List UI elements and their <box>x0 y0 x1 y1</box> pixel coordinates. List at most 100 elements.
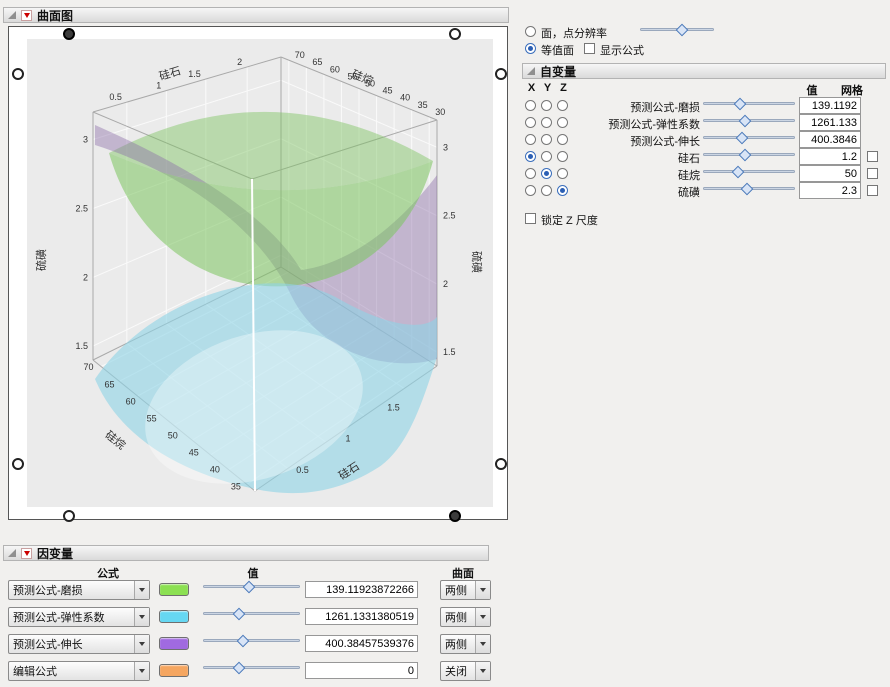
y-radio[interactable] <box>541 117 552 128</box>
z-radio[interactable] <box>557 117 568 128</box>
surface-color-swatch[interactable] <box>159 637 189 650</box>
grid-checkbox[interactable] <box>867 185 878 196</box>
formula-dropdown[interactable]: 预测公式-伸长 <box>8 634 150 654</box>
variable-value-field[interactable] <box>799 97 861 114</box>
lock-z-label: 锁定 Z 尺度 <box>541 212 598 228</box>
svg-text:70: 70 <box>83 362 93 372</box>
svg-text:65: 65 <box>105 379 115 389</box>
value-field[interactable] <box>305 608 418 625</box>
variable-slider[interactable] <box>703 130 795 144</box>
formula-dropdown[interactable]: 预测公式-弹性系数 <box>8 607 150 627</box>
variable-value-field[interactable] <box>799 182 861 199</box>
chevron-down-icon <box>134 662 149 680</box>
variable-value-field[interactable] <box>799 148 861 165</box>
resolution-slider[interactable] <box>640 22 714 36</box>
red-triangle-menu-icon[interactable] <box>21 10 32 21</box>
y-radio[interactable] <box>541 100 552 111</box>
x-radio[interactable] <box>525 168 536 179</box>
formula-dropdown-label: 预测公式-弹性系数 <box>9 609 134 625</box>
z-radio[interactable] <box>557 134 568 145</box>
svg-text:35: 35 <box>418 100 428 110</box>
value-slider[interactable] <box>203 633 300 647</box>
variable-label: 硫磺 <box>574 184 700 200</box>
value-slider[interactable] <box>203 579 300 593</box>
y-column-header: Y <box>542 82 553 94</box>
svg-text:50: 50 <box>168 430 178 440</box>
x-radio[interactable] <box>525 134 536 145</box>
value-field[interactable] <box>305 635 418 652</box>
svg-text:0.5: 0.5 <box>109 92 122 102</box>
isosurface-radio[interactable] <box>525 43 536 54</box>
resize-handle[interactable] <box>495 68 507 80</box>
variable-value-field[interactable] <box>799 131 861 148</box>
surface-mode-dropdown[interactable]: 两侧 <box>440 634 491 654</box>
variable-slider[interactable] <box>703 181 795 195</box>
sheet-points-radio[interactable] <box>525 26 536 37</box>
resize-handle[interactable] <box>63 510 75 522</box>
resize-handle[interactable] <box>495 458 507 470</box>
surface-mode-dropdown[interactable]: 两侧 <box>440 580 491 600</box>
y-radio[interactable] <box>541 151 552 162</box>
variable-slider[interactable] <box>703 164 795 178</box>
formula-dropdown[interactable]: 编辑公式 <box>8 661 150 681</box>
collapse-triangle-icon[interactable] <box>8 549 16 557</box>
value-slider[interactable] <box>203 606 300 620</box>
value-field[interactable] <box>305 581 418 598</box>
chevron-down-icon <box>475 635 490 653</box>
grid-checkbox[interactable] <box>867 151 878 162</box>
formula-dropdown-label: 预测公式-伸长 <box>9 636 134 652</box>
variable-slider[interactable] <box>703 113 795 127</box>
panel-title: 自变量 <box>540 63 576 80</box>
value-field[interactable] <box>305 662 418 679</box>
variable-label: 预测公式-磨损 <box>574 99 700 115</box>
svg-text:1: 1 <box>345 434 350 444</box>
surface-mode-dropdown[interactable]: 两侧 <box>440 607 491 627</box>
resize-handle[interactable] <box>449 28 461 40</box>
surface-mode-label: 两侧 <box>441 636 475 652</box>
resize-handle[interactable] <box>449 510 461 522</box>
collapse-triangle-icon[interactable] <box>527 67 535 75</box>
variable-value-field[interactable] <box>799 114 861 131</box>
chevron-down-icon <box>475 581 490 599</box>
surface-color-swatch[interactable] <box>159 664 189 677</box>
resize-handle[interactable] <box>12 68 24 80</box>
svg-text:2: 2 <box>443 279 448 289</box>
resize-handle[interactable] <box>12 458 24 470</box>
z-radio[interactable] <box>557 100 568 111</box>
formula-dropdown[interactable]: 预测公式-磨损 <box>8 580 150 600</box>
surface-3d-plot: 0.511.5270656055504540353032.521.532.521… <box>9 27 505 517</box>
z-radio[interactable] <box>557 151 568 162</box>
svg-text:35: 35 <box>231 481 241 491</box>
y-radio[interactable] <box>541 134 552 145</box>
grid-checkbox[interactable] <box>867 168 878 179</box>
y-radio[interactable] <box>541 185 552 196</box>
svg-text:30: 30 <box>435 107 445 117</box>
surface-color-swatch[interactable] <box>159 583 189 596</box>
chevron-down-icon <box>134 581 149 599</box>
x-radio[interactable] <box>525 117 536 128</box>
x-radio[interactable] <box>525 151 536 162</box>
show-formula-checkbox[interactable] <box>584 43 595 54</box>
surface-plot-window: 曲面图 0.511.5270656055504540353032.521.532… <box>0 0 890 687</box>
variable-value-field[interactable] <box>799 165 861 182</box>
formula-dropdown-label: 编辑公式 <box>9 663 134 679</box>
svg-text:45: 45 <box>383 86 393 96</box>
resize-handle[interactable] <box>63 28 75 40</box>
value-slider[interactable] <box>203 660 300 674</box>
variable-slider[interactable] <box>703 96 795 110</box>
surface-mode-dropdown[interactable]: 关闭 <box>440 661 491 681</box>
collapse-triangle-icon[interactable] <box>8 11 16 19</box>
svg-text:65: 65 <box>312 57 322 67</box>
x-radio[interactable] <box>525 100 536 111</box>
lock-z-checkbox[interactable] <box>525 213 536 224</box>
surface-color-swatch[interactable] <box>159 610 189 623</box>
surface-plot-canvas[interactable]: 0.511.5270656055504540353032.521.532.521… <box>8 26 508 520</box>
z-radio[interactable] <box>557 185 568 196</box>
z-radio[interactable] <box>557 168 568 179</box>
dependent-panel-header: 因变量 <box>3 545 489 561</box>
variable-slider[interactable] <box>703 147 795 161</box>
red-triangle-menu-icon[interactable] <box>21 548 32 559</box>
x-radio[interactable] <box>525 185 536 196</box>
x-column-header: X <box>526 82 537 94</box>
y-radio[interactable] <box>541 168 552 179</box>
